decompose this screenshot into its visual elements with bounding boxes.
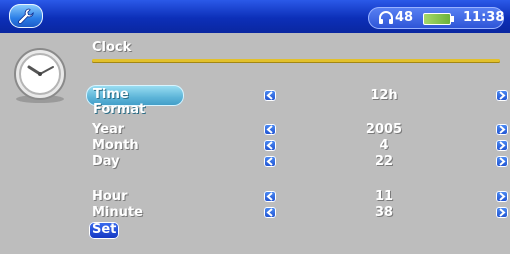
battery-icon [423,13,454,25]
headphones-icon [379,11,393,24]
hour-increase-button[interactable] [496,191,508,202]
chevron-right-icon [499,157,506,166]
chevron-right-icon [499,192,506,201]
hour-decrease-button[interactable] [264,191,276,202]
time-format-increase-button[interactable] [496,90,508,101]
chevron-left-icon [266,192,273,201]
year-value: 2005 [365,122,403,137]
title-divider [92,59,500,62]
day-label: Day [92,154,120,169]
day-increase-button[interactable] [496,156,508,167]
set-button[interactable]: Set [89,222,119,239]
headphone-volume: 48 [395,10,414,25]
status-pill: 48 11:38 [368,7,504,29]
year-increase-button[interactable] [496,124,508,135]
day-value: 22 [374,154,394,169]
chevron-left-icon [266,208,273,217]
chevron-left-icon [266,141,273,150]
chevron-right-icon [499,208,506,217]
clock-icon [7,45,73,105]
chevron-left-icon [266,157,273,166]
chevron-left-icon [266,91,273,100]
year-decrease-button[interactable] [264,124,276,135]
set-button-label: Set [92,222,117,237]
hour-label: Hour [92,189,128,204]
minute-decrease-button[interactable] [264,207,276,218]
minute-label: Minute [92,205,143,220]
chevron-right-icon [499,125,506,134]
clock-time: 11:38 [463,10,505,25]
chevron-right-icon [499,141,506,150]
section-title: Clock [92,40,132,55]
minute-increase-button[interactable] [496,207,508,218]
month-increase-button[interactable] [496,140,508,151]
time-format-value: 12h [370,88,398,103]
settings-tool-button[interactable] [9,4,43,28]
clock-settings-screen: 48 11:38 Clock Time Format 12h Year 2005 [0,0,510,254]
time-format-decrease-button[interactable] [264,90,276,101]
month-label: Month [92,138,139,153]
chevron-left-icon [266,125,273,134]
chevron-right-icon [499,91,506,100]
month-decrease-button[interactable] [264,140,276,151]
year-label: Year [92,122,125,137]
day-decrease-button[interactable] [264,156,276,167]
month-value: 4 [379,138,389,153]
minute-value: 38 [374,205,394,220]
top-bar: 48 11:38 [0,0,510,33]
hour-value: 11 [374,189,394,204]
time-format-label: Time Format [93,87,146,117]
wrench-icon [18,8,34,24]
time-format-label-button[interactable]: Time Format [86,85,184,117]
